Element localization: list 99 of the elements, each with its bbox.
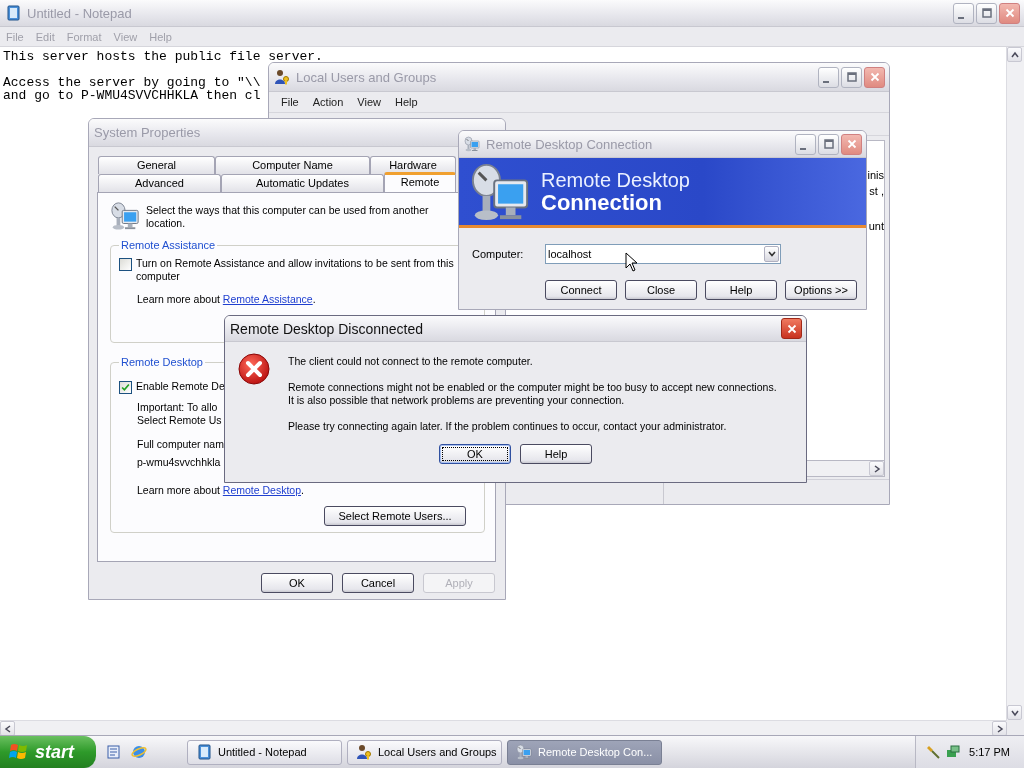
text-line: and go to P-WMU4SVVCHHKLA then cl — [3, 89, 261, 102]
minimize-icon — [823, 80, 829, 83]
close-button[interactable] — [781, 318, 802, 339]
dialog-button[interactable]: Options >> — [785, 280, 857, 300]
taskbar-button[interactable]: Untitled - Notepad — [187, 739, 342, 765]
window-title: Local Users and Groups — [296, 69, 437, 85]
list-cell-text: inis — [867, 168, 884, 183]
caret-icon — [767, 251, 776, 257]
menu-item[interactable]: Help — [394, 96, 418, 108]
window-title: Remote Desktop Disconnected — [230, 320, 423, 337]
taskbar-button[interactable]: Local Users and Groups — [347, 739, 502, 765]
tab[interactable]: Remote — [384, 172, 456, 192]
close-icon — [869, 72, 880, 82]
note-line: Important: To allo — [137, 401, 218, 414]
window-title: Untitled - Notepad — [27, 5, 132, 21]
intro-text: Select the ways that this computer can be used from another location. — [146, 204, 430, 230]
users-icon — [356, 744, 372, 760]
globe-icon[interactable] — [131, 744, 147, 760]
flag-icon — [9, 742, 29, 762]
vertical-scrollbar[interactable] — [1006, 47, 1024, 720]
error-icon — [238, 353, 270, 385]
tab[interactable]: Automatic Updates — [221, 174, 384, 192]
menu-item[interactable]: File — [281, 96, 299, 108]
maximize-icon — [846, 72, 857, 82]
window-title: Remote Desktop Connection — [486, 136, 653, 152]
dialog-button[interactable]: Connect — [545, 280, 617, 300]
maximize-icon — [823, 139, 834, 149]
chevron-right-icon — [995, 724, 1004, 733]
minimize-button[interactable] — [953, 2, 974, 24]
close-icon — [846, 139, 857, 149]
monitor-dish-icon — [110, 201, 140, 231]
checkbox-label: Turn on Remote Assistance and allow invitations to be sent from this computer — [136, 257, 455, 283]
dialog-button[interactable]: Help — [520, 444, 592, 464]
maximize-button[interactable] — [976, 2, 997, 24]
users-icon — [274, 69, 290, 85]
dialog-button[interactable]: Cancel — [342, 573, 414, 593]
group-title: Remote Desktop — [120, 356, 204, 368]
scroll-arrow-button[interactable] — [1007, 47, 1022, 62]
close-icon — [1004, 8, 1015, 18]
minimize-icon — [958, 16, 964, 19]
menu-item[interactable]: View — [357, 96, 381, 108]
dialog-button[interactable]: OK — [439, 444, 511, 464]
maximize-button[interactable] — [818, 133, 839, 155]
checkbox-label: Enable Remote De — [136, 380, 225, 393]
notepad-icon — [196, 744, 212, 760]
dialog-button[interactable]: Help — [705, 280, 777, 300]
chevron-left-icon — [3, 724, 12, 733]
clock: 5:17 PM — [969, 746, 1010, 758]
horizontal-scrollbar[interactable] — [0, 720, 1007, 735]
computer-combo[interactable]: localhost — [545, 244, 781, 264]
monitor-dish-icon — [516, 744, 532, 760]
tab[interactable]: General — [98, 156, 215, 174]
banner-subtitle: Connection — [541, 190, 662, 214]
tray-icon[interactable] — [926, 744, 942, 760]
list-cell-text: st , — [869, 184, 884, 199]
notepad-icon — [5, 5, 21, 21]
maximize-button[interactable] — [841, 66, 862, 88]
chevron-up-icon — [1010, 50, 1019, 59]
field-label: Full computer nam — [137, 438, 224, 451]
maximize-icon — [981, 8, 992, 18]
dialog-button[interactable]: Close — [625, 280, 697, 300]
text-line: This server hosts the public file server. — [3, 50, 323, 63]
start-button[interactable]: start — [0, 736, 96, 768]
minimize-button[interactable] — [818, 66, 839, 88]
window-title: System Properties — [94, 125, 201, 140]
close-icon — [786, 323, 797, 334]
note-line: Select Remote Us — [137, 414, 222, 427]
field-label: Computer: — [472, 248, 525, 260]
dropdown-button[interactable] — [764, 246, 779, 262]
message-line: It is also possible that network problems are preventing your connection. — [288, 394, 625, 407]
scroll-arrow-button[interactable] — [1007, 705, 1022, 720]
tab[interactable]: Hardware — [370, 156, 456, 174]
message-line: Remote connections might not be enabled or the computer might be too busy to accept new connections. — [288, 381, 777, 394]
group-title: Remote Assistance — [120, 239, 217, 251]
chevron-right-icon — [872, 464, 881, 473]
cursor-icon — [625, 252, 638, 272]
scroll-arrow-button[interactable] — [869, 461, 884, 476]
scrollbar-corner — [1007, 720, 1024, 735]
learn-more-text: Learn more about Remote Desktop. — [137, 484, 305, 496]
text-line: Access the server by going to "\\ — [3, 76, 261, 89]
monitor-dish-icon — [464, 136, 480, 152]
dialog-button[interactable]: OK — [261, 573, 333, 593]
minimize-icon — [800, 147, 806, 150]
list-cell-text: unt — [868, 219, 884, 234]
banner-title: Remote Desktop — [541, 169, 690, 191]
help-link[interactable]: Remote Assistance — [222, 293, 313, 305]
tab[interactable]: Advanced — [98, 174, 221, 192]
help-link[interactable]: Remote Desktop — [222, 484, 301, 496]
chevron-down-icon — [1010, 708, 1019, 717]
computer-name: p-wmu4svvchhkla — [137, 456, 221, 469]
checkbox[interactable] — [119, 381, 132, 394]
menu-item[interactable]: Action — [312, 96, 344, 108]
message-line: Please try connecting again later. If the problem continues to occur, contact your administrator. — [288, 420, 727, 433]
minimize-button[interactable] — [795, 133, 816, 155]
message-line: The client could not connect to the remote computer. — [288, 355, 533, 368]
select-users-button[interactable]: Select Remote Users... — [324, 506, 466, 526]
checkbox[interactable] — [119, 258, 132, 271]
tab[interactable]: Computer Name — [215, 156, 370, 174]
tray-icon[interactable] — [945, 744, 961, 760]
